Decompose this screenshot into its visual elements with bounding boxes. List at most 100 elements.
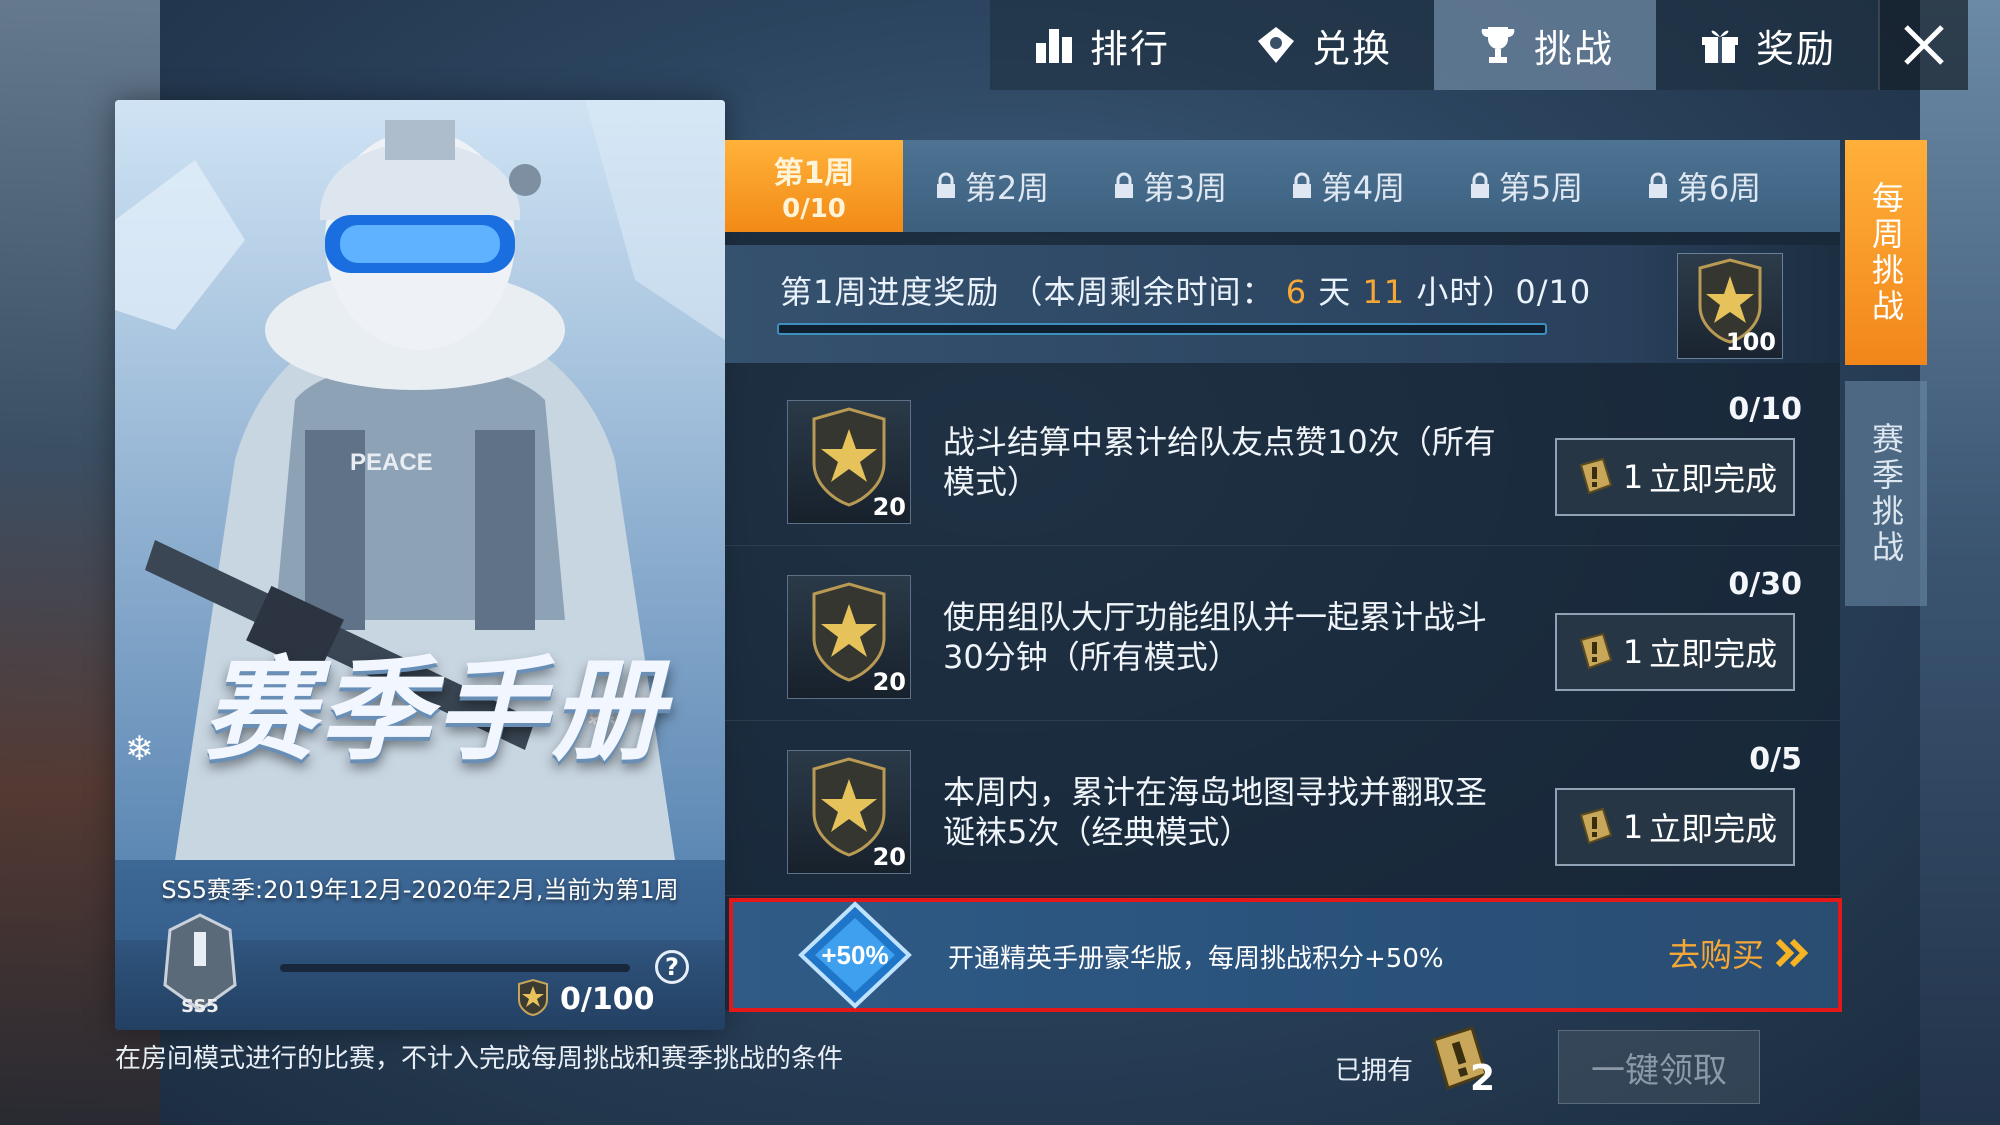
owned-ticket-count: 2 <box>1470 1058 1496 1099</box>
weekly-challenge-panel: 第1周 0/10 第2周 第3周 第4周 第5周 第6周 第1周进度奖励 （本周… <box>725 140 1840 1010</box>
hours-unit: 小时） <box>1416 273 1516 311</box>
tab-weekly-challenge[interactable]: 每周挑战 <box>1845 140 1927 365</box>
weekly-progress-bar <box>777 323 1547 335</box>
progress-prefix: 第1周进度奖励 （本周剩余时间： <box>780 273 1275 311</box>
lock-icon <box>1470 172 1489 198</box>
ticket-icon <box>1579 807 1613 845</box>
task-description: 战斗结算中累计给队友点赞10次（所有模式） <box>943 423 1496 501</box>
complete-now-button[interactable]: 1 立即完成 <box>1555 613 1795 691</box>
weekly-reward-amount: 100 <box>1725 328 1776 356</box>
complete-now-label: 立即完成 <box>1649 810 1778 848</box>
task-points: 20 <box>872 493 906 521</box>
task-points: 20 <box>872 843 906 871</box>
task-description: 使用组队大厅功能组队并一起累计战斗30分钟（所有模式） <box>943 598 1488 676</box>
task-row: 20 战斗结算中累计给队友点赞10次（所有模式） 0/10 1 立即完成 <box>725 370 1840 546</box>
complete-now-label: 立即完成 <box>1649 460 1778 498</box>
week-5-label: 第5周 <box>1498 169 1584 207</box>
tab-week-5[interactable]: 第5周 <box>1437 140 1615 232</box>
lock-icon <box>1292 172 1311 198</box>
week-3-label: 第3周 <box>1142 169 1228 207</box>
tab-challenge[interactable]: 挑战 <box>1434 0 1656 90</box>
complete-now-button[interactable]: 1 立即完成 <box>1555 438 1795 516</box>
background-right <box>1920 0 2000 1125</box>
week-1-label: 第1周 <box>773 156 855 191</box>
season-badge-label: SS5 <box>181 996 219 1017</box>
tab-season-challenge[interactable]: 赛季挑战 <box>1845 381 1927 606</box>
task-reward-icon: 20 <box>787 400 911 524</box>
days-unit: 天 <box>1318 273 1352 311</box>
complete-now-button[interactable]: 1 立即完成 <box>1555 788 1795 866</box>
lock-icon <box>936 172 955 198</box>
task-description: 本周内，累计在海岛地图寻找并翻取圣诞袜5次（经典模式） <box>943 773 1488 851</box>
remaining-days: 6 <box>1285 273 1308 311</box>
svg-text:❄: ❄ <box>125 729 154 769</box>
gift-icon <box>1701 30 1738 63</box>
season-progress-area: SS5 ? 0/100 <box>115 913 725 1030</box>
tab-reward[interactable]: 奖励 <box>1656 0 1878 90</box>
task-progress: 0/5 <box>1749 742 1802 777</box>
weekly-progress-reward: 第1周进度奖励 （本周剩余时间： 6 天 11 小时）0/10 100 <box>725 245 1840 363</box>
exchange-icon <box>1257 27 1294 63</box>
top-nav: 排行 兑换 挑战 奖励 <box>990 0 2000 90</box>
task-points: 20 <box>872 668 906 696</box>
poster-title: 赛季手册 <box>203 645 667 776</box>
season-handbook-poster: PEACE ❄ ❄ 赛季手册 SS5赛季:2019年12月-2020年2月,当前… <box>115 100 725 1030</box>
ranking-icon <box>1035 29 1072 63</box>
tab-ranking[interactable]: 排行 <box>990 0 1212 90</box>
star-badge-icon <box>518 978 548 1016</box>
task-row: 20 本周内，累计在海岛地图寻找并翻取圣诞袜5次（经典模式） 0/5 1 立即完成 <box>725 720 1840 896</box>
owned-label: 已拥有 <box>1335 1056 1414 1086</box>
claim-all-button[interactable]: 一键领取 <box>1558 1030 1760 1104</box>
trophy-icon <box>1481 27 1515 63</box>
weekly-progress-count: 0/10 <box>1515 273 1592 311</box>
tab-exchange[interactable]: 兑换 <box>1212 0 1434 90</box>
go-buy-button[interactable]: 去购买 <box>1668 930 1810 976</box>
tab-exchange-label: 兑换 <box>1311 26 1392 71</box>
close-icon <box>1904 25 1944 65</box>
tab-challenge-label: 挑战 <box>1533 26 1614 71</box>
complete-now-label: 立即完成 <box>1649 635 1778 673</box>
lock-icon <box>1114 172 1133 198</box>
help-icon[interactable]: ? <box>655 950 689 984</box>
season-challenge-label: 赛季挑战 <box>1867 421 1905 566</box>
ticket-cost: 1 <box>1622 633 1644 671</box>
tab-week-3[interactable]: 第3周 <box>1081 140 1259 232</box>
remaining-hours: 11 <box>1362 273 1406 311</box>
weekly-reward-chest[interactable]: 100 <box>1677 253 1783 359</box>
go-buy-label: 去购买 <box>1667 936 1764 974</box>
tab-ranking-label: 排行 <box>1089 26 1170 71</box>
armor-text: PEACE <box>350 449 433 476</box>
side-tabs: 每周挑战 赛季挑战 <box>1845 140 1927 606</box>
ticket-icon <box>1579 632 1613 670</box>
week-6-label: 第6周 <box>1676 169 1762 207</box>
elite-upgrade-banner[interactable]: +50% 开通精英手册豪华版，每周挑战积分+50% 去购买 <box>729 898 1842 1012</box>
task-progress: 0/10 <box>1728 392 1802 427</box>
task-reward-icon: 20 <box>787 575 911 699</box>
season-dates: SS5赛季:2019年12月-2020年2月,当前为第1周 <box>161 876 679 904</box>
tab-week-6[interactable]: 第6周 <box>1615 140 1793 232</box>
task-progress: 0/30 <box>1728 567 1802 602</box>
close-button[interactable] <box>1878 0 1968 90</box>
double-chevron-right-icon <box>1775 938 1809 968</box>
ticket-cost: 1 <box>1622 808 1644 846</box>
ticket-icon <box>1579 457 1613 495</box>
bonus-badge-text: +50% <box>821 940 888 970</box>
season-progress-bar <box>280 964 630 972</box>
tab-reward-label: 奖励 <box>1755 26 1836 71</box>
lock-icon <box>1648 172 1667 198</box>
week-2-label: 第2周 <box>964 169 1050 207</box>
week-1-progress: 0/10 <box>782 194 846 224</box>
task-row: 20 使用组队大厅功能组队并一起累计战斗30分钟（所有模式） 0/30 1 立即完… <box>725 545 1840 721</box>
weekly-challenge-label: 每周挑战 <box>1867 180 1905 325</box>
task-reward-icon: 20 <box>787 750 911 874</box>
week-4-label: 第4周 <box>1320 169 1406 207</box>
tab-week-2[interactable]: 第2周 <box>903 140 1081 232</box>
room-mode-note: 在房间模式进行的比赛，不计入完成每周挑战和赛季挑战的条件 <box>115 1044 844 1074</box>
tab-week-4[interactable]: 第4周 <box>1259 140 1437 232</box>
weekly-progress-text: 第1周进度奖励 （本周剩余时间： 6 天 11 小时）0/10 <box>780 267 1591 313</box>
season-progress-count: 0/100 <box>560 982 655 1017</box>
bonus-badge-icon: +50% <box>798 901 912 1009</box>
tab-week-1[interactable]: 第1周 0/10 <box>725 140 903 232</box>
ticket-cost: 1 <box>1622 458 1644 496</box>
elite-upgrade-text: 开通精英手册豪华版，每周挑战积分+50% <box>948 944 1444 974</box>
